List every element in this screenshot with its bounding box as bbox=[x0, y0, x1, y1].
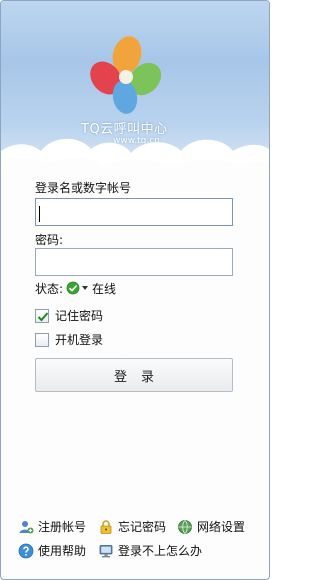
forgot-password-label: 忘记密码 bbox=[118, 520, 167, 534]
status-label: 状态: bbox=[35, 281, 64, 296]
auto-start-checkbox[interactable] bbox=[35, 332, 49, 347]
tq-logo-icon bbox=[90, 36, 162, 114]
auto-start-option[interactable]: 开机登录 bbox=[35, 331, 103, 348]
remember-password-label: 记住密码 bbox=[55, 309, 104, 323]
add-user-icon bbox=[19, 520, 34, 533]
password-label: 密码: bbox=[35, 233, 64, 247]
help-label: 使用帮助 bbox=[38, 544, 87, 558]
password-input[interactable] bbox=[35, 248, 233, 276]
auto-start-label: 开机登录 bbox=[55, 333, 104, 347]
cannot-login-label: 登录不上怎么办 bbox=[118, 544, 203, 558]
status-value: 在线 bbox=[92, 281, 117, 296]
online-status-icon bbox=[66, 281, 80, 295]
header-banner: TQ云呼叫中心 www.tq.cn bbox=[1, 1, 269, 191]
remember-password-checkbox[interactable] bbox=[35, 308, 49, 323]
network-settings-link[interactable]: 网络设置 bbox=[177, 518, 245, 535]
text-caret bbox=[39, 206, 40, 222]
help-link[interactable]: 使用帮助 bbox=[18, 542, 86, 559]
network-settings-label: 网络设置 bbox=[197, 520, 246, 534]
checkmark-icon bbox=[37, 311, 49, 321]
help-icon bbox=[18, 543, 34, 558]
network-globe-icon bbox=[178, 519, 192, 534]
cannot-login-link[interactable]: 登录不上怎么办 bbox=[98, 542, 202, 559]
register-label: 注册帐号 bbox=[38, 520, 87, 534]
forgot-password-link[interactable]: 忘记密码 bbox=[98, 518, 166, 535]
chevron-down-icon[interactable] bbox=[82, 286, 89, 290]
username-label: 登录名或数字帐号 bbox=[35, 181, 132, 195]
register-link[interactable]: 注册帐号 bbox=[18, 518, 86, 535]
status-selector[interactable]: 状态: 在线 bbox=[35, 280, 116, 296]
remember-password-option[interactable]: 记住密码 bbox=[35, 307, 103, 324]
username-input[interactable] bbox=[35, 198, 233, 226]
lock-icon bbox=[100, 519, 112, 534]
login-window: TQ云呼叫中心 www.tq.cn 登录名或数字帐号 密码: 状态: 在线 记住… bbox=[0, 0, 270, 580]
login-button[interactable]: 登录 bbox=[35, 358, 233, 392]
computer-icon bbox=[99, 544, 113, 557]
